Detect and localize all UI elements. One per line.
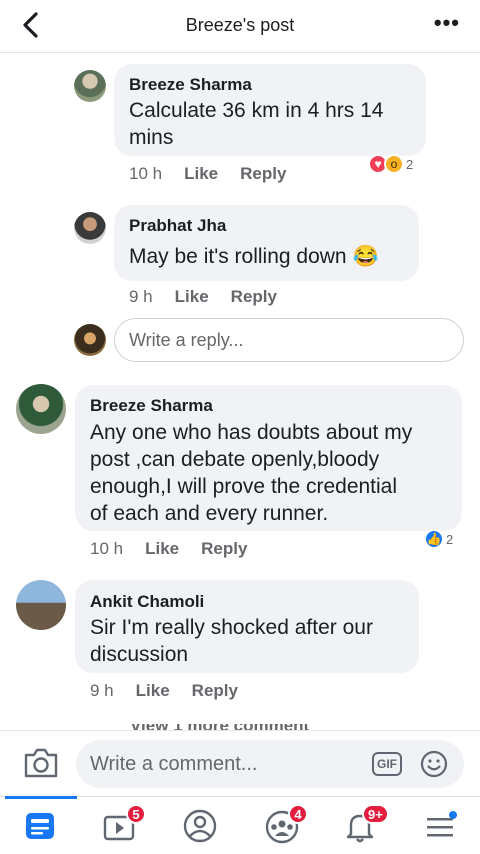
avatar[interactable]	[16, 580, 66, 630]
like-button[interactable]: Like	[184, 164, 218, 184]
like-icon: 👍	[424, 529, 444, 549]
comment-time: 9 h	[90, 681, 114, 700]
reply-input[interactable]: Write a reply...	[114, 318, 464, 362]
profile-icon[interactable]	[180, 806, 220, 846]
reply-button[interactable]: Reply	[201, 539, 247, 559]
camera-icon[interactable]	[22, 746, 60, 780]
comment-time: 10 h	[90, 539, 124, 558]
watch-badge: 5	[126, 804, 146, 824]
avatar[interactable]	[16, 384, 66, 434]
groups-badge: 4	[288, 804, 308, 824]
comment-time: 9 h	[129, 287, 153, 306]
menu-icon[interactable]	[420, 806, 460, 846]
comment-author[interactable]: Prabhat Jha	[129, 216, 226, 236]
reaction-count: 2	[446, 531, 454, 547]
comment-time: 10 h	[129, 164, 163, 183]
notifications-badge: 9+	[362, 804, 389, 824]
emoji-icon[interactable]	[420, 750, 448, 778]
like-button[interactable]: Like	[175, 287, 209, 307]
avatar[interactable]	[74, 70, 106, 102]
comment-actions: 10 h Like Reply	[129, 164, 286, 184]
comment-actions: 9 h Like Reply	[129, 287, 277, 307]
comment-text: Calculate 36 km in 4 hrs 14 mins	[129, 99, 384, 149]
bottom-tab-bar	[0, 796, 480, 854]
reaction-count: 2	[406, 156, 414, 172]
comment-actions: 10 h Like Reply	[90, 539, 247, 559]
wow-icon: o	[384, 154, 404, 174]
avatar[interactable]	[74, 212, 106, 244]
news-feed-icon[interactable]	[20, 806, 60, 846]
reaction-summary[interactable]: ♥ o 2	[368, 154, 413, 174]
reaction-summary[interactable]: 👍 2	[424, 529, 453, 549]
reply-placeholder: Write a reply...	[129, 330, 244, 350]
reply-button[interactable]: Reply	[192, 681, 238, 701]
like-button[interactable]: Like	[136, 681, 170, 701]
comment-actions: 9 h Like Reply	[90, 681, 238, 701]
reply-button[interactable]: Reply	[231, 287, 277, 307]
current-user-avatar	[74, 324, 106, 356]
comment-author[interactable]: Breeze Sharma	[129, 75, 252, 95]
page-title: Breeze's post	[185, 15, 295, 35]
comment-input[interactable]: Write a comment...	[76, 740, 464, 788]
comment-text: May be it's rolling down 😂	[129, 245, 379, 268]
comment-author[interactable]: Breeze Sharma	[90, 396, 213, 416]
comment-text: Sir I'm really shocked after our discuss…	[90, 616, 373, 666]
reply-button[interactable]: Reply	[240, 164, 286, 184]
more-options-icon[interactable]: •••	[434, 10, 460, 36]
comment-placeholder: Write a comment...	[90, 753, 258, 775]
comment-text: Any one who has doubts about my post ,ca…	[90, 421, 413, 525]
comment-author[interactable]: Ankit Chamoli	[90, 592, 204, 612]
gif-button[interactable]: GIF	[372, 752, 402, 776]
like-button[interactable]: Like	[145, 539, 179, 559]
active-tab-indicator	[5, 796, 77, 799]
